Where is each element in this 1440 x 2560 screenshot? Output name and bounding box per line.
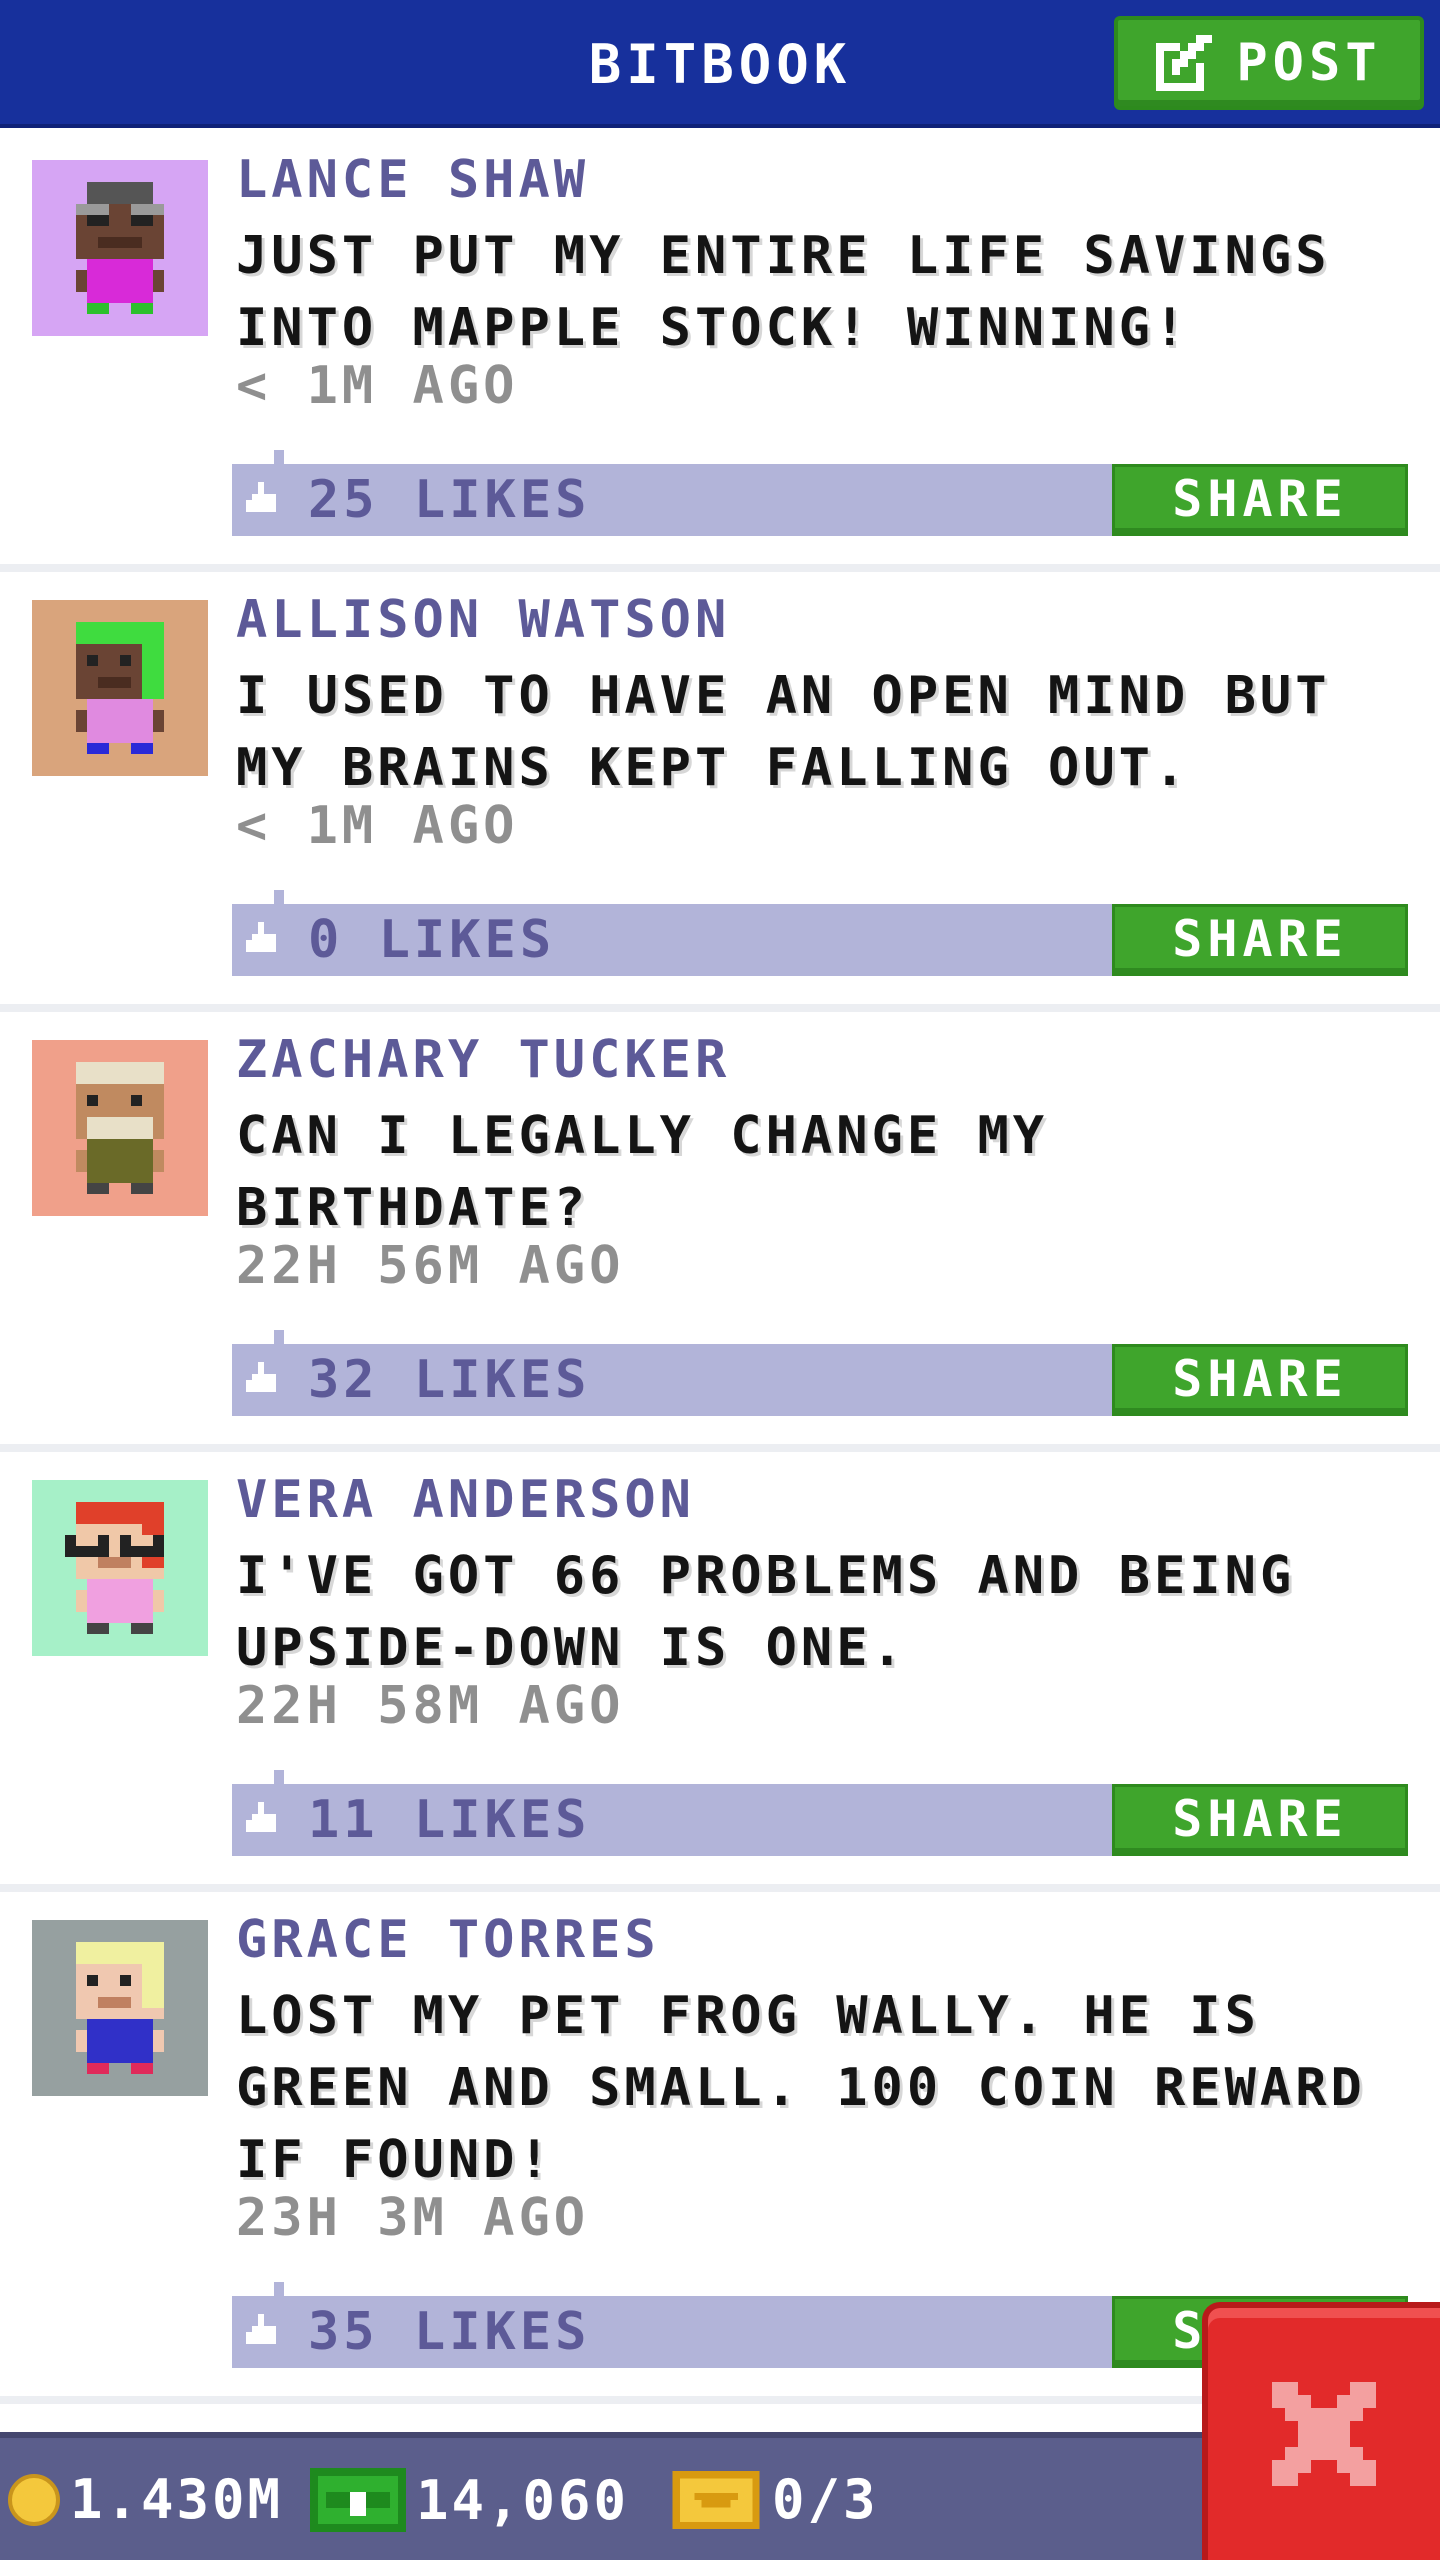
post-message: I USED TO HAVE AN OPEN MIND BUT MY BRAIN… [236,666,1331,798]
news-feed[interactable]: LANCE SHAW JUST PUT MY ENTIRE LIFE SAVIN… [0,132,1440,2404]
coins-stat: 1.430M [8,2468,283,2531]
thumbs-up-icon[interactable] [246,922,282,958]
author-name[interactable]: VERA ANDERSON [236,1470,695,1530]
post-message: I'VE GOT 66 PROBLEMS AND BEING UPSIDE-DO… [236,1546,1296,1678]
post-time: 22H 56M AGO [236,1236,625,1296]
avatar-vera-anderson-icon [32,1480,208,1656]
feed-post: ALLISON WATSON I USED TO HAVE AN OPEN MI… [0,572,1440,1012]
bux-value: 14,060 [416,2468,630,2532]
compose-icon [1156,35,1213,91]
thumbs-up-icon[interactable] [246,1802,282,1838]
avatar[interactable] [32,600,208,776]
avatar-lance-shaw-icon [32,160,208,336]
thumbs-up-icon[interactable] [246,2314,282,2350]
coin-icon [8,2473,60,2526]
thumbs-up-icon[interactable] [246,482,282,518]
top-bar: BITBOOK POST [0,0,1440,128]
likes-count: 0 LIKES [308,910,556,970]
avatar[interactable] [32,160,208,336]
avatar-allison-watson-icon [32,600,208,776]
bux-stat: 14,060 [310,2468,629,2532]
share-button[interactable]: SHARE [1112,904,1408,976]
likes-bar-tab [274,450,284,464]
likes-count: 11 LIKES [308,1790,591,1850]
avatar-zachary-tucker-icon [32,1040,208,1216]
likes-bar: 32 LIKES SHARE [232,1330,1408,1416]
likes-count: 35 LIKES [308,2302,591,2362]
author-name[interactable]: ZACHARY TUCKER [236,1030,730,1090]
author-name[interactable]: GRACE TORRES [236,1910,660,1970]
likes-bar: 0 LIKES SHARE [232,890,1408,976]
avatar[interactable] [32,1040,208,1216]
post-message: CAN I LEGALLY CHANGE MY BIRTHDATE? [236,1106,1049,1238]
post-time: 23H 3M AGO [236,2188,590,2248]
share-button[interactable]: SHARE [1112,464,1408,536]
likes-bar-tab [274,2282,284,2296]
post-time: < 1M AGO [236,796,519,856]
likes-count: 25 LIKES [308,470,591,530]
avatar-grace-torres-icon [32,1920,208,2096]
feed-post: VERA ANDERSON I'VE GOT 66 PROBLEMS AND B… [0,1452,1440,1892]
post-message: JUST PUT MY ENTIRE LIFE SAVINGS INTO MAP… [236,226,1331,358]
tickets-stat: 0/3 [670,2468,879,2531]
feed-post: ZACHARY TUCKER CAN I LEGALLY CHANGE MY B… [0,1012,1440,1452]
avatar[interactable] [32,1920,208,2096]
author-name[interactable]: ALLISON WATSON [236,590,730,650]
feed-post: LANCE SHAW JUST PUT MY ENTIRE LIFE SAVIN… [0,132,1440,572]
post-button-label: POST [1236,33,1382,93]
close-icon [1272,2382,1376,2486]
close-button[interactable] [1202,2302,1440,2560]
likes-bar-tab [274,1330,284,1344]
author-name[interactable]: LANCE SHAW [236,150,589,210]
post-time: 22H 58M AGO [236,1676,625,1736]
ticket-icon [672,2470,760,2529]
likes-bar-tab [274,890,284,904]
share-button[interactable]: SHARE [1112,1344,1408,1416]
post-time: < 1M AGO [236,356,519,416]
post-message: LOST MY PET FROG WALLY. HE IS GREEN AND … [236,1986,1366,2190]
coins-value: 1.430M [70,2468,284,2531]
likes-bar: 25 LIKES SHARE [232,450,1408,536]
tickets-value: 0/3 [772,2468,879,2531]
likes-count: 32 LIKES [308,1350,591,1410]
avatar[interactable] [32,1480,208,1656]
likes-bar: 11 LIKES SHARE [232,1770,1408,1856]
post-button[interactable]: POST [1114,16,1424,110]
thumbs-up-icon[interactable] [246,1362,282,1398]
cash-icon [310,2468,406,2532]
likes-bar-tab [274,1770,284,1784]
share-button[interactable]: SHARE [1112,1784,1408,1856]
